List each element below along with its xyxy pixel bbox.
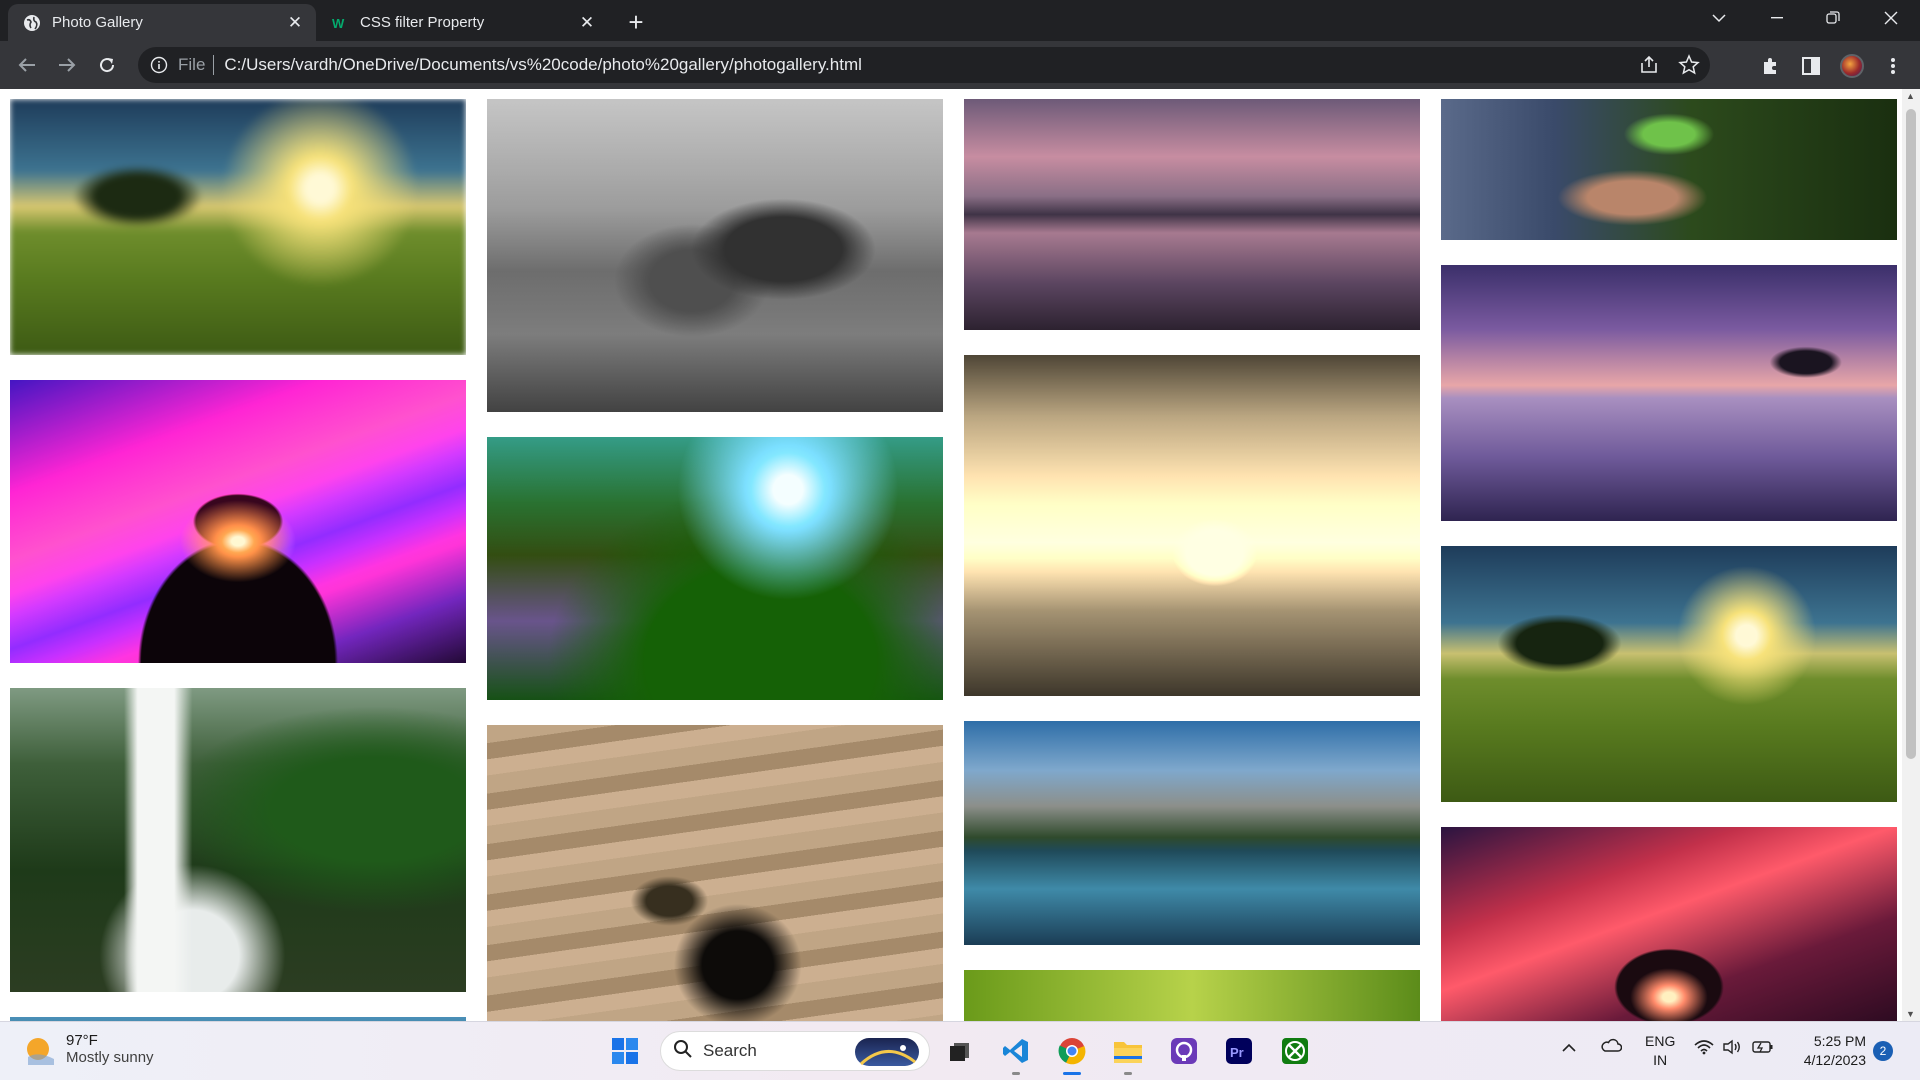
menu-icon[interactable] — [1882, 55, 1904, 77]
svg-text:W: W — [332, 16, 345, 31]
star-icon[interactable] — [1678, 54, 1700, 81]
gallery-photo[interactable] — [487, 99, 943, 412]
sun-icon — [24, 1033, 56, 1065]
close-tab-icon[interactable]: ✕ — [286, 13, 304, 32]
volume-icon[interactable] — [1722, 1039, 1742, 1058]
reload-icon[interactable] — [92, 50, 122, 80]
clock[interactable]: 5:25 PM 4/12/2023 — [1794, 1032, 1866, 1070]
svg-text:Pr: Pr — [1230, 1045, 1244, 1060]
share-icon[interactable] — [1638, 54, 1660, 81]
gallery-photo[interactable] — [487, 437, 943, 700]
close-tab-icon[interactable]: ✕ — [578, 13, 596, 32]
minimize-icon[interactable] — [1752, 0, 1802, 36]
active-indicator — [1063, 1072, 1081, 1075]
clock-date: 4/12/2023 — [1803, 1052, 1866, 1068]
tab-search-icon[interactable] — [1694, 0, 1744, 36]
back-icon[interactable] — [12, 50, 42, 80]
search-highlight-image — [855, 1038, 919, 1066]
extensions-icon[interactable] — [1760, 55, 1782, 77]
windows-taskbar: 97°F Mostly sunny Search Pr ENG IN 5:25 … — [0, 1021, 1920, 1080]
start-icon[interactable] — [608, 1034, 642, 1068]
wifi-icon[interactable] — [1694, 1039, 1714, 1058]
weather-condition: Mostly sunny — [66, 1049, 154, 1066]
info-icon[interactable] — [150, 56, 168, 74]
close-window-icon[interactable] — [1866, 0, 1916, 36]
notification-badge[interactable]: 2 — [1873, 1041, 1893, 1061]
new-tab-button[interactable]: + — [622, 8, 650, 36]
lang-line1: ENG — [1645, 1033, 1676, 1049]
side-panel-icon[interactable] — [1800, 55, 1822, 77]
gallery-photo[interactable] — [964, 721, 1420, 945]
tab-css-filter[interactable]: W CSS filter Property ✕ — [316, 4, 608, 41]
weather-widget[interactable]: 97°F Mostly sunny — [24, 1032, 154, 1066]
weather-temp: 97°F — [66, 1032, 98, 1049]
running-indicator — [1124, 1072, 1132, 1075]
language-indicator[interactable]: ENG IN — [1645, 1032, 1675, 1070]
gallery-column — [487, 99, 943, 1021]
running-indicator — [1012, 1072, 1020, 1075]
taskbar-search[interactable]: Search — [660, 1031, 930, 1071]
onedrive-icon[interactable] — [1600, 1038, 1623, 1055]
gallery-photo[interactable] — [1441, 265, 1897, 521]
task-view-icon[interactable] — [943, 1034, 977, 1068]
tab-title: Photo Gallery — [52, 14, 143, 31]
xbox-icon[interactable] — [1278, 1034, 1312, 1068]
gallery-photo[interactable] — [10, 99, 466, 355]
browser-toolbar: File C:/Users/vardh/OneDrive/Documents/v… — [0, 41, 1920, 89]
gallery-photo[interactable] — [1441, 546, 1897, 802]
globe-icon — [22, 13, 42, 33]
gallery-column — [964, 99, 1420, 1021]
page-scrollbar[interactable]: ▲ ▼ — [1902, 89, 1920, 1021]
tab-strip: Photo Gallery ✕ W CSS filter Property ✕ … — [0, 0, 1920, 41]
divider — [213, 55, 215, 75]
scrollbar-thumb[interactable] — [1906, 109, 1916, 759]
gallery-photo[interactable] — [964, 99, 1420, 330]
gallery-photo[interactable] — [487, 725, 943, 1021]
tray-overflow-icon[interactable] — [1562, 1040, 1576, 1056]
search-label: Search — [703, 1041, 757, 1060]
restore-icon[interactable] — [1808, 0, 1858, 36]
gallery-photo[interactable] — [1441, 99, 1897, 240]
battery-icon[interactable] — [1752, 1040, 1774, 1057]
gallery-photo[interactable] — [10, 688, 466, 992]
gallery-photo[interactable] — [964, 355, 1420, 696]
lang-line2: IN — [1653, 1052, 1668, 1068]
gallery-photo[interactable] — [10, 380, 466, 663]
forward-icon[interactable] — [52, 50, 82, 80]
gallery-column — [1441, 99, 1897, 1021]
profile-avatar[interactable] — [1840, 54, 1864, 78]
scroll-up-icon[interactable]: ▲ — [1906, 91, 1915, 101]
url-text[interactable]: C:/Users/vardh/OneDrive/Documents/vs%20c… — [224, 55, 862, 75]
vscode-icon[interactable] — [999, 1034, 1033, 1075]
scroll-down-icon[interactable]: ▼ — [1906, 1009, 1915, 1019]
search-icon — [673, 1039, 693, 1064]
app-icon[interactable] — [1167, 1034, 1201, 1068]
gallery-photo[interactable] — [1441, 827, 1897, 1021]
gallery-column — [10, 99, 466, 1021]
clock-time: 5:25 PM — [1813, 1033, 1866, 1049]
gallery-page — [0, 89, 1902, 1021]
premiere-pro-icon[interactable]: Pr — [1222, 1034, 1256, 1068]
tab-photo-gallery[interactable]: Photo Gallery ✕ — [8, 4, 316, 41]
address-bar[interactable]: File C:/Users/vardh/OneDrive/Documents/v… — [138, 47, 1710, 83]
gallery-photo[interactable] — [964, 970, 1420, 1021]
file-explorer-icon[interactable] — [1111, 1034, 1145, 1075]
w3schools-icon: W — [330, 13, 350, 33]
scheme-label: File — [178, 55, 206, 74]
tab-title: CSS filter Property — [360, 14, 485, 31]
chrome-icon[interactable] — [1055, 1034, 1089, 1075]
